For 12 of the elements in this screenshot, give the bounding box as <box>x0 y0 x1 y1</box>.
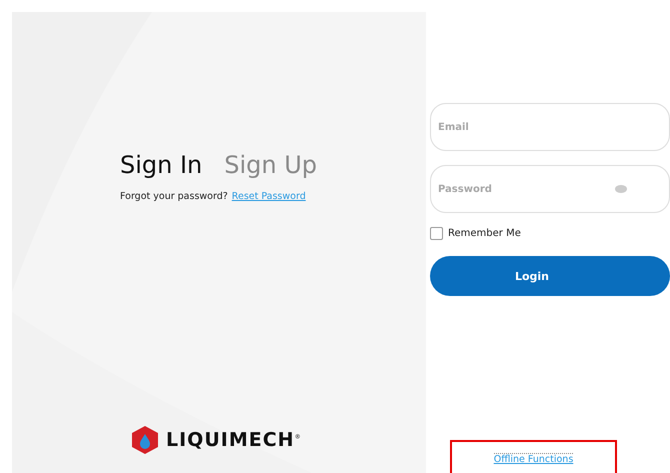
brand-name: LIQUIMECH$^{®}$ <box>166 429 302 451</box>
offline-functions-link[interactable]: Offline Functions <box>494 453 574 466</box>
login-button[interactable]: Login <box>430 256 670 296</box>
reset-password-link[interactable]: Reset Password <box>232 191 306 202</box>
remember-label: Remember Me <box>448 228 521 239</box>
auth-tab[interactable]: Sign In <box>120 151 202 179</box>
remember-checkbox[interactable] <box>430 227 443 240</box>
hexagon-drop-icon <box>130 425 160 455</box>
password-field[interactable]: Password <box>430 165 670 213</box>
auth-tab[interactable]: Sign Up <box>224 151 318 179</box>
forgot-password-text: Forgot your password? <box>120 191 228 202</box>
email-field[interactable]: Email <box>430 103 670 151</box>
